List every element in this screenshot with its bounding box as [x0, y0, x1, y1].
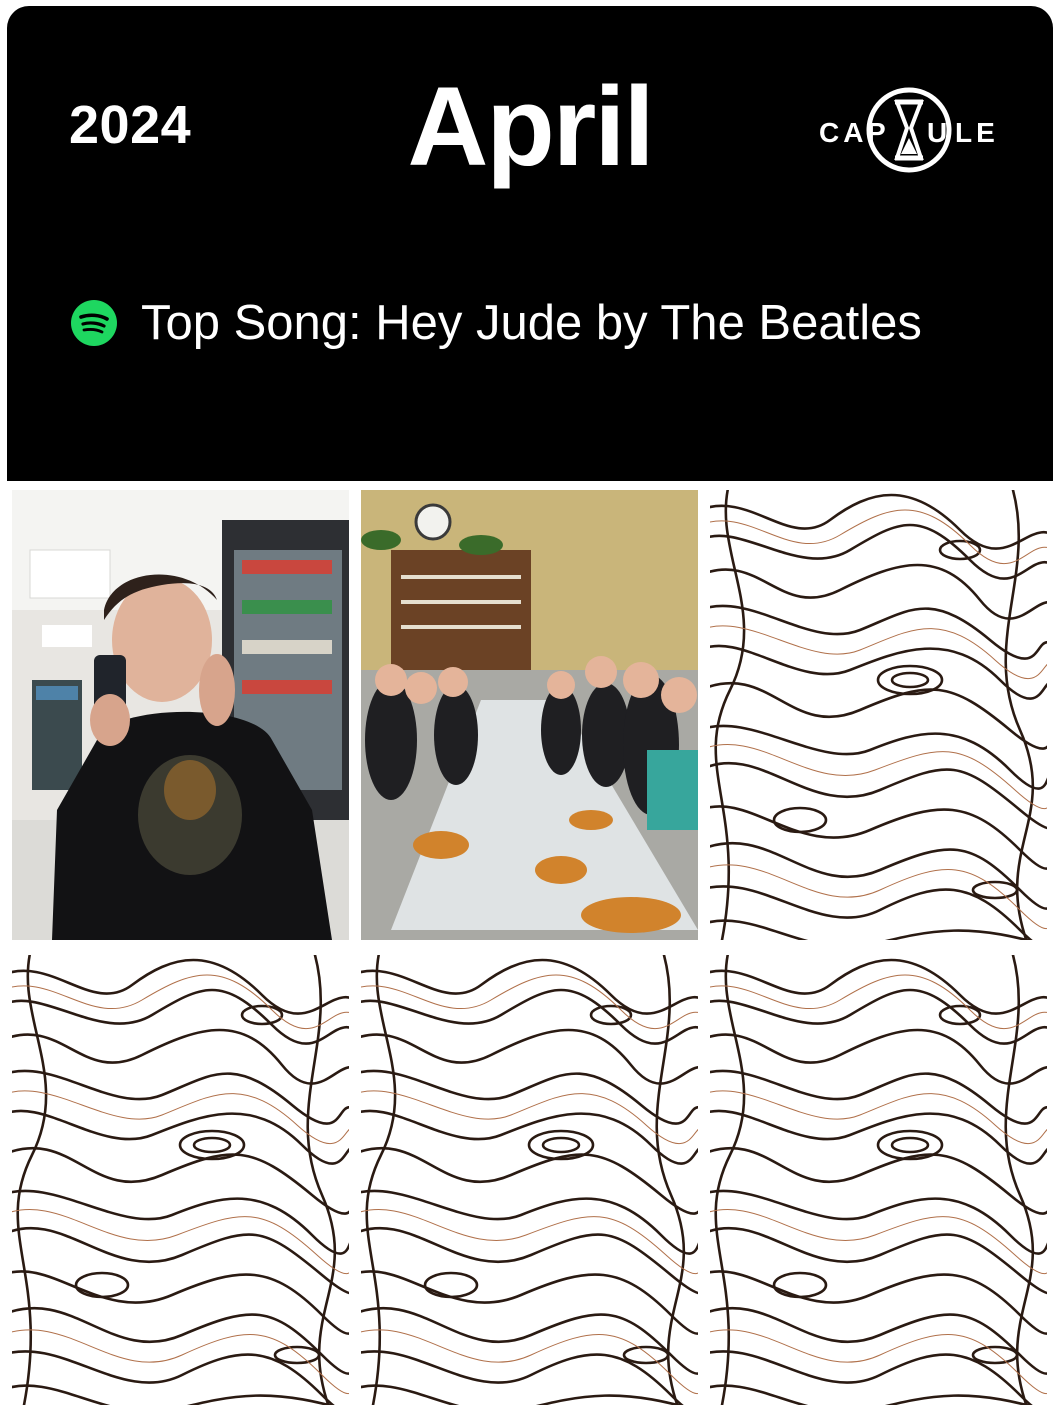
svg-text:U: U: [927, 117, 951, 148]
top-song-label: Top Song: Hey Jude by The Beatles: [141, 296, 922, 350]
wood-grain-placeholder-tile[interactable]: [710, 490, 1047, 940]
wood-grain-placeholder-tile[interactable]: [12, 955, 349, 1405]
spotify-icon: [71, 300, 117, 346]
svg-text:CA: CA: [819, 117, 867, 148]
photo-tile-group-dinner[interactable]: [361, 490, 698, 940]
top-song-row[interactable]: Top Song: Hey Jude by The Beatles: [71, 288, 922, 358]
photo-tile-person-on-phone[interactable]: [12, 490, 349, 940]
wood-grain-placeholder-tile[interactable]: [710, 955, 1047, 1405]
svg-text:LE: LE: [955, 117, 999, 148]
month-header: 2024 April CA P U LE Top Song: Hey Jude …: [7, 6, 1053, 481]
svg-text:P: P: [867, 117, 886, 148]
capsule-logo-icon: CA P U LE: [819, 87, 999, 173]
wood-grain-placeholder-tile[interactable]: [361, 955, 698, 1405]
